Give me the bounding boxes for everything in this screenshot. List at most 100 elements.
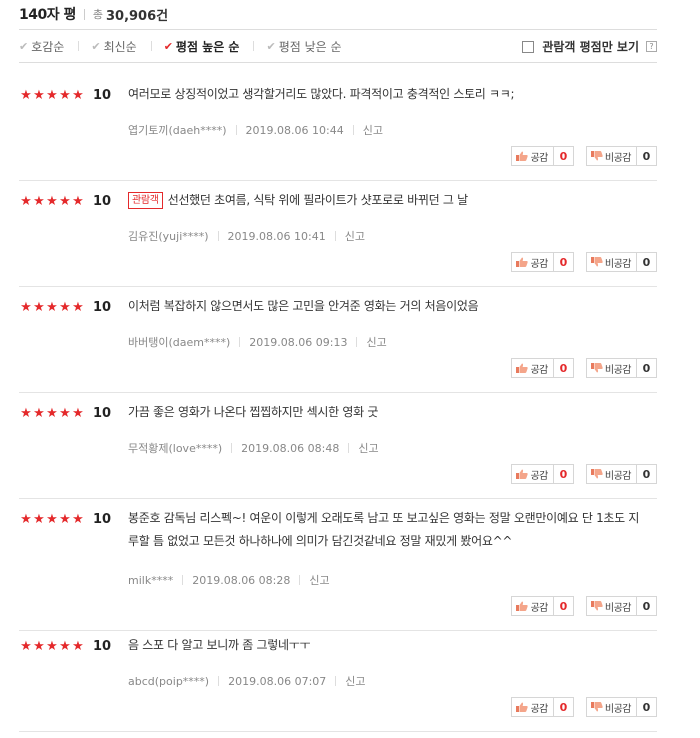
like-button[interactable]: 공감 0 [511,146,574,166]
review-author[interactable]: 김유진(yuji****) [128,228,209,244]
review-meta: abcd(poip****) 2019.08.06 07:07 신고 [128,673,366,689]
meta-divider [182,575,184,585]
sort-option-likes[interactable]: ✔ 호감순 [19,38,80,55]
dislike-button[interactable]: 비공감 0 [585,596,657,616]
thumbs-up-icon [516,257,530,267]
dislike-label: 비공감 [604,470,632,482]
help-icon[interactable]: ? [646,41,657,52]
report-link[interactable]: 신고 [358,440,378,456]
thumbs-down-icon [590,151,605,161]
rating-stars: ★ ★ ★ ★ ★ 10 [19,88,111,103]
like-label-wrap: 공감 [512,698,552,716]
thumbs-up-icon [516,469,530,479]
like-count: 0 [552,597,573,615]
report-link[interactable]: 신고 [366,334,386,350]
thumbs-up-icon [516,702,530,712]
review-text-wrap: 관람객 선선했던 초여름, 식탁 위에 필라이트가 샷포로로 바뀌던 그 날 [128,189,648,212]
sort-option-label: 호감순 [31,39,65,54]
review-text-wrap: 이처럼 복잡하지 않으면서도 많은 고민을 안겨준 영화는 거의 처음이었음 [128,295,648,318]
review-meta: 김유진(yuji****) 2019.08.06 10:41 신고 [128,228,365,244]
review-author[interactable]: 바버탱이(daem****) [128,334,230,350]
dislike-button[interactable]: 비공감 0 [585,358,657,378]
rating-stars: ★ ★ ★ ★ ★ 10 [19,639,111,654]
star-icon: ★ [33,300,45,315]
rating-stars: ★ ★ ★ ★ ★ 10 [19,512,111,527]
like-button[interactable]: 공감 0 [511,596,574,616]
total-label: 총 [92,8,103,21]
star-icon: ★ [72,88,84,103]
star-icon: ★ [46,88,58,103]
vote-buttons: 공감 0 비공감 0 [511,596,657,616]
meta-divider [218,676,220,686]
review-text: 가끔 좋은 영화가 나온다 찝찝하지만 섹시한 영화 굿 [128,405,379,419]
dislike-label-wrap: 비공감 [587,465,636,483]
review-divider [19,392,657,393]
meta-divider [334,231,336,241]
report-link[interactable]: 신고 [345,228,365,244]
review-date: 2019.08.06 08:28 [192,573,291,587]
review-text-wrap: 음 스포 다 알고 보니까 좀 그렇네ㅜㅜ [128,634,648,657]
star-icon: ★ [46,639,58,654]
dislike-count: 0 [636,698,656,716]
star-icon: ★ [72,194,84,209]
review-date: 2019.08.06 10:44 [245,123,344,137]
star-icon: ★ [59,406,71,421]
dislike-label-wrap: 비공감 [587,359,636,377]
checkbox-icon[interactable] [522,40,535,53]
sort-option-rating-high[interactable]: ✔ 평점 높은 순 [164,38,255,55]
rating-score: 10 [93,194,112,209]
review-author[interactable]: 무적황제(love****) [128,440,222,456]
star-icon: ★ [72,639,84,654]
like-label-wrap: 공감 [512,147,552,165]
dislike-button[interactable]: 비공감 0 [585,697,657,717]
star-icon: ★ [72,300,84,315]
star-icon: ★ [72,406,84,421]
star-icon: ★ [20,88,32,103]
thumbs-down-icon [590,257,605,267]
like-button[interactable]: 공감 0 [511,464,574,484]
report-link[interactable]: 신고 [309,572,329,588]
review-divider [19,498,657,499]
star-icon: ★ [59,194,71,209]
like-button[interactable]: 공감 0 [511,358,574,378]
star-icon: ★ [59,639,71,654]
dislike-count: 0 [636,597,656,615]
report-link[interactable]: 신고 [363,122,383,138]
dislike-button[interactable]: 비공감 0 [585,464,657,484]
review-meta: 엽기토끼(daeh****) 2019.08.06 10:44 신고 [128,122,383,138]
sort-option-rating-low[interactable]: ✔ 평점 낮은 순 [266,38,341,55]
dislike-label: 비공감 [604,703,632,715]
sort-option-latest[interactable]: ✔ 최신순 [91,38,152,55]
check-icon: ✔ [19,39,29,53]
review-header: 140자 평 총 30,906건 [19,4,168,24]
review-author[interactable]: abcd(poip****) [128,675,209,688]
dislike-button[interactable]: 비공감 0 [585,252,657,272]
dislike-label: 비공감 [604,258,632,270]
star-icon: ★ [20,406,32,421]
review-author[interactable]: 엽기토끼(daeh****) [128,122,227,138]
report-link[interactable]: 신고 [345,673,365,689]
check-icon: ✔ [163,39,173,53]
audience-badge: 관람객 [128,192,163,209]
review-text: 음 스포 다 알고 보니까 좀 그렇네ㅜㅜ [128,638,311,652]
dislike-count: 0 [636,147,656,165]
like-button[interactable]: 공감 0 [511,697,574,717]
like-count: 0 [552,147,573,165]
star-icon: ★ [20,194,32,209]
review-author[interactable]: milk**** [128,574,173,587]
dislike-button[interactable]: 비공감 0 [585,146,657,166]
star-icon: ★ [46,300,58,315]
audience-only-filter[interactable]: 관람객 평점만 보기 ? [522,38,657,55]
vote-buttons: 공감 0 비공감 0 [511,697,657,717]
star-icon: ★ [20,512,32,527]
review-meta: 무적황제(love****) 2019.08.06 08:48 신고 [128,440,379,456]
rating-score: 10 [93,300,112,315]
check-icon: ✔ [91,39,101,53]
star-icon: ★ [59,300,71,315]
like-button[interactable]: 공감 0 [511,252,574,272]
rating-score: 10 [93,88,112,103]
thumbs-down-icon [590,601,605,611]
review-date: 2019.08.06 10:41 [227,229,326,243]
thumbs-up-icon [516,363,530,373]
review-text-wrap: 여러모로 상징적이었고 생각할거리도 많았다. 파격적이고 충격적인 스토리 ㅋ… [128,83,648,106]
